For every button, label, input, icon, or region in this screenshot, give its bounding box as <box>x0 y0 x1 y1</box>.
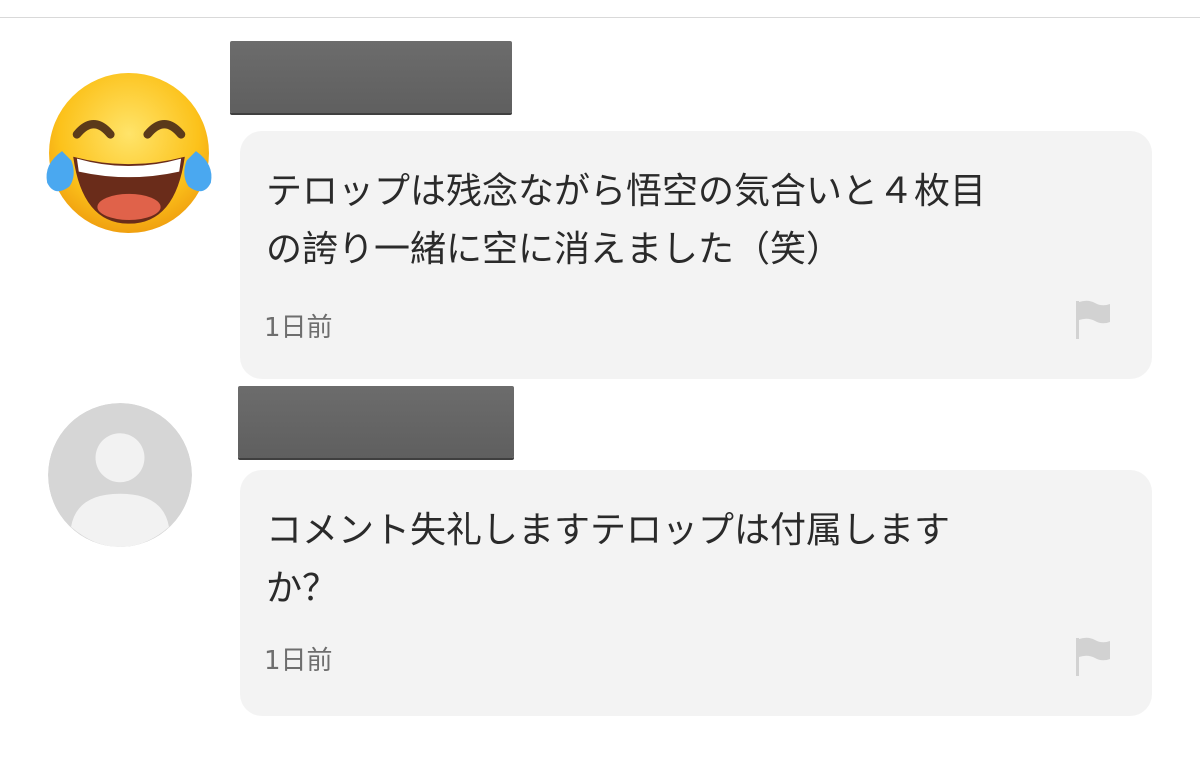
comment-text: テロップは残念ながら悟空の気合いと４枚目 の誇り一緒に空に消えました（笑） <box>266 171 987 270</box>
flag-icon[interactable] <box>1074 299 1112 341</box>
author-name-redacted <box>238 386 514 458</box>
comment-timestamp: 1日前 <box>264 646 333 676</box>
comment-bubble: テロップは残念ながら悟空の気合いと４枚目 の誇り一緒に空に消えました（笑） 1日… <box>240 131 1152 379</box>
top-divider <box>0 17 1200 18</box>
face-with-tears-of-joy-icon[interactable] <box>36 60 222 246</box>
comment-text: コメント失礼しますテロップは付属します か？ <box>266 510 951 609</box>
comment-timestamp: 1日前 <box>264 313 333 343</box>
flag-icon[interactable] <box>1074 636 1112 678</box>
comment-bubble: コメント失礼しますテロップは付属します か？ 1日前 <box>240 470 1152 716</box>
default-user-icon[interactable] <box>48 403 192 547</box>
author-name-redacted <box>230 41 512 113</box>
